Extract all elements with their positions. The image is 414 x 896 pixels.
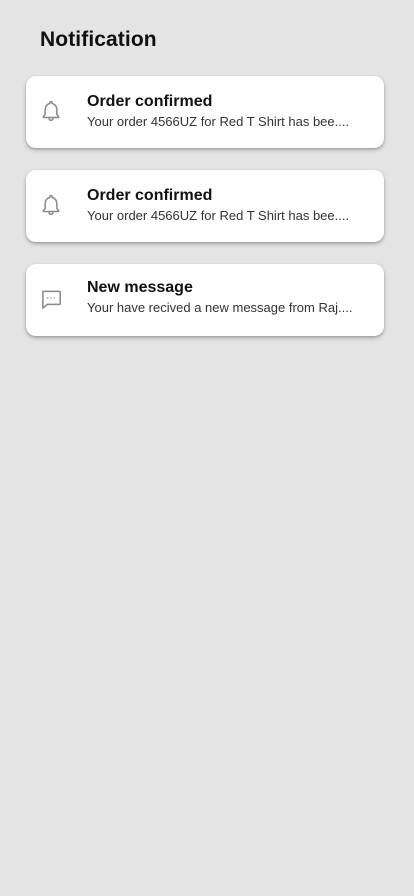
notification-body: Your order 4566UZ for Red T Shirt has be… xyxy=(87,208,350,223)
notification-card[interactable]: New message Your have recived a new mess… xyxy=(26,264,384,336)
bell-icon xyxy=(38,98,64,124)
notification-list: Order confirmed Your order 4566UZ for Re… xyxy=(26,76,384,358)
notification-card[interactable]: Order confirmed Your order 4566UZ for Re… xyxy=(26,76,384,148)
notification-body: Your order 4566UZ for Red T Shirt has be… xyxy=(87,114,350,129)
notification-body: Your have recived a new message from Raj… xyxy=(87,300,353,315)
page-title: Notification xyxy=(40,28,157,51)
notification-title: New message xyxy=(87,279,193,296)
notification-title: Order confirmed xyxy=(87,93,213,110)
bell-icon xyxy=(38,192,64,218)
message-icon xyxy=(38,286,64,312)
notification-card[interactable]: Order confirmed Your order 4566UZ for Re… xyxy=(26,170,384,242)
notification-title: Order confirmed xyxy=(87,187,213,204)
